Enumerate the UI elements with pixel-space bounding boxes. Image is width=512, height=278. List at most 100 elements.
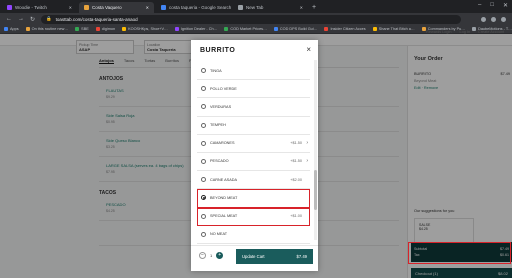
radio-button[interactable] xyxy=(201,177,206,183)
bookmark-label: Shane That Bitch a… xyxy=(378,27,415,31)
option-price: +$1.00 xyxy=(290,214,302,218)
radio-button[interactable] xyxy=(201,213,206,219)
decrease-quantity-button[interactable]: − xyxy=(199,252,206,259)
modal-title: BURRITO xyxy=(200,47,236,54)
url-input[interactable]: 🔒 toasttab.com/costa-taqueria-santa-anao… xyxy=(41,14,462,24)
item-modal: BURRITO × Tinga Pollo Verde Verduras Tempeh… xyxy=(191,40,318,271)
update-cart-button[interactable]: Update Cart $7.49 xyxy=(236,249,313,264)
minimize-icon[interactable]: – xyxy=(478,2,481,9)
protein-option[interactable]: Pollo Verde xyxy=(197,80,310,99)
bookmark-icon xyxy=(224,27,229,31)
protein-option[interactable]: Pescado +$1.50 › xyxy=(197,153,310,172)
radio-button[interactable] xyxy=(201,68,206,73)
bookmark-icon xyxy=(95,27,100,31)
chevron-right-icon[interactable]: › xyxy=(306,140,308,146)
tab-title: New Tab xyxy=(246,5,264,10)
bookmark-label: KOOSHKps, Shoe+V… xyxy=(128,27,168,31)
bookmark-icon xyxy=(25,27,30,31)
reload-icon[interactable]: ↻ xyxy=(30,16,35,23)
forward-icon[interactable]: → xyxy=(18,16,24,22)
option-label: Verduras xyxy=(210,104,232,109)
option-label: No Meat xyxy=(210,232,228,237)
browser-tab[interactable]: New Tab ✕ xyxy=(233,2,308,13)
close-tab-icon[interactable]: ✕ xyxy=(146,5,149,10)
browser-tab[interactable]: Woodie - Twitch ✕ xyxy=(2,2,77,13)
favicon-icon xyxy=(161,5,166,10)
browser-tab[interactable]: costa taqueria - Google Search✕ xyxy=(156,2,231,13)
bookmark-item[interactable]: Apps xyxy=(4,27,19,31)
bookmark-item[interactable]: KOOSHKps, Shoe+V… xyxy=(122,27,168,31)
bookmark-item[interactable]: COD DPS Build Gui… xyxy=(273,27,317,31)
browser-tab-strip: Woodie - Twitch ✕ Costa Vaquero ✕ costa taqu… xyxy=(0,0,512,13)
option-label: Carne Asada xyxy=(210,177,238,182)
favicon-icon xyxy=(238,5,243,10)
extension-icon[interactable] xyxy=(491,16,496,22)
close-window-icon[interactable]: ✕ xyxy=(503,2,508,9)
profile-icon[interactable] xyxy=(501,16,506,22)
maximize-icon[interactable]: □ xyxy=(490,2,494,9)
bookmark-item[interactable]: Shane That Bitch a… xyxy=(372,27,415,31)
close-tab-icon[interactable]: ✕ xyxy=(69,5,72,10)
bookmark-label: Apps xyxy=(10,27,19,31)
modal-scroll-thumb[interactable] xyxy=(314,170,317,210)
option-price: +$1.50 xyxy=(290,141,302,146)
protein-option[interactable]: Verduras xyxy=(197,98,310,117)
option-price: +$1.50 xyxy=(290,159,302,164)
tab-title: Woodie - Twitch xyxy=(15,5,47,10)
option-label: Camarones xyxy=(210,141,235,146)
bookmark-item[interactable]: Ignition Dealer - Ch… xyxy=(174,27,218,31)
modal-scrollbar[interactable] xyxy=(314,60,317,240)
radio-button[interactable] xyxy=(201,140,206,146)
protein-option[interactable]: Tinga xyxy=(197,62,310,81)
back-icon[interactable]: ← xyxy=(6,16,12,22)
quantity-stepper: − 1 + xyxy=(199,252,224,259)
close-icon[interactable]: × xyxy=(306,45,311,54)
bookmark-item[interactable]: On this routine new… xyxy=(25,27,69,31)
radio-button[interactable] xyxy=(201,195,206,201)
bookmark-item[interactable]: SBE xyxy=(75,27,89,31)
bookmark-item[interactable]: COD Market Prices… xyxy=(224,27,267,31)
option-label: Special Meat xyxy=(210,214,238,218)
url-text: toasttab.com/costa-taqueria-santa-anaod xyxy=(55,16,138,22)
option-label: Pollo Verde xyxy=(210,86,237,91)
protein-option[interactable]: Tempeh xyxy=(197,117,310,135)
protein-option[interactable]: No Meat xyxy=(197,226,310,244)
bookmark-label: digimon xyxy=(101,27,116,31)
bookmark-item[interactable]: digimon xyxy=(95,27,116,31)
extension-icon[interactable] xyxy=(481,16,486,22)
favicon-icon xyxy=(7,5,12,10)
protein-option[interactable]: Camarones +$1.50 › xyxy=(197,135,310,153)
window-controls: – □ ✕ xyxy=(478,2,508,9)
bookmark-icon xyxy=(122,27,127,31)
protein-option[interactable]: Carne Asada +$2.00 xyxy=(197,171,310,190)
browser-tab[interactable]: Costa Vaquero ✕ xyxy=(79,2,154,13)
close-tab-icon[interactable]: ✕ xyxy=(300,5,303,10)
update-cart-price: $7.49 xyxy=(296,254,307,259)
new-tab-button[interactable]: + xyxy=(312,2,316,13)
increase-quantity-button[interactable]: + xyxy=(216,252,224,259)
radio-button[interactable] xyxy=(201,104,206,110)
bookmark-label: Ignition Dealer - Ch… xyxy=(180,27,218,31)
bookmark-icon xyxy=(174,27,179,31)
bookmark-icon xyxy=(421,27,426,31)
radio-button[interactable] xyxy=(201,86,206,92)
update-cart-label: Update Cart xyxy=(242,254,265,259)
tab-title: Costa Vaquero xyxy=(92,5,122,10)
option-price: +$2.00 xyxy=(290,177,302,182)
bookmark-icon xyxy=(4,27,8,31)
chevron-right-icon[interactable]: › xyxy=(306,158,308,164)
quantity-value: 1 xyxy=(210,253,213,258)
protein-option[interactable]: Beyond Meat xyxy=(197,189,310,208)
option-label: Pescado xyxy=(210,159,229,164)
bookmark-item[interactable]: Insider Citizen Acces xyxy=(324,27,366,31)
protein-option[interactable]: Special Meat +$1.00 xyxy=(197,207,310,226)
radio-button[interactable] xyxy=(201,231,206,237)
radio-button[interactable] xyxy=(201,158,206,164)
bookmark-label: On this routine new… xyxy=(31,27,69,31)
modal-footer: − 1 + Update Cart $7.49 xyxy=(191,245,318,267)
bookmark-label: COD Market Prices… xyxy=(230,27,267,31)
radio-button[interactable] xyxy=(201,122,206,128)
tab-title: costa taqueria - Google Search xyxy=(169,5,231,10)
option-label: Tinga xyxy=(210,68,222,73)
protein-options: Tinga Pollo Verde Verduras Tempeh Camarones +… xyxy=(197,62,310,263)
